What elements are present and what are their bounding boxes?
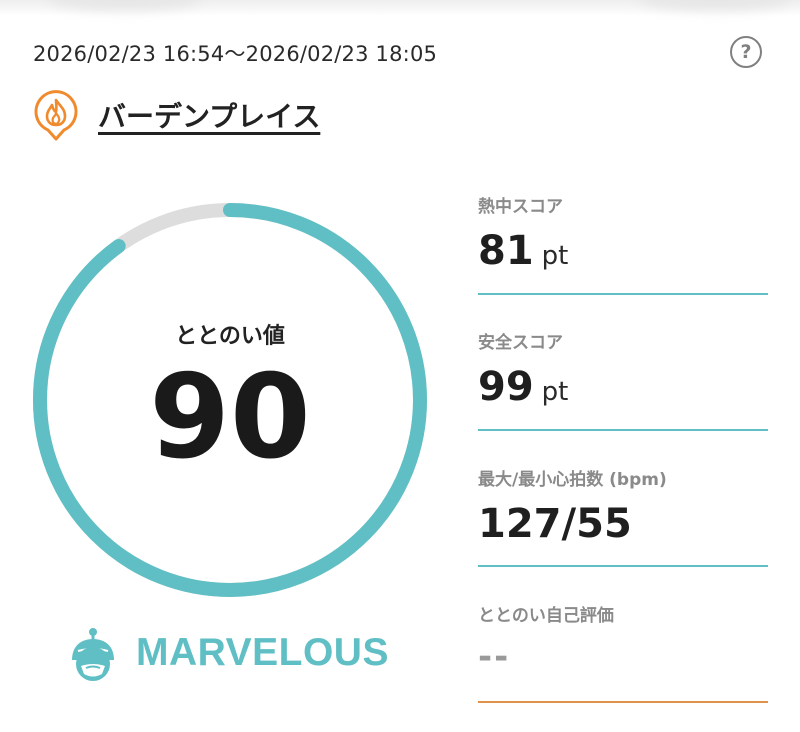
metric-heart-rate: 最大/最小心拍数 (bpm) 127/55 [478, 465, 768, 567]
totonoi-value: 90 [149, 350, 311, 485]
totonoi-label: ととのい値 [175, 324, 285, 349]
metric-safety-score: 安全スコア 99 pt [478, 328, 768, 431]
metric-label: ととのい自己評価 [478, 606, 614, 626]
top-shadow [0, 0, 800, 16]
metric-label: 最大/最小心拍数 (bpm) [478, 470, 667, 490]
metric-value: 127/55 [478, 501, 632, 547]
metric-unit: pt [541, 241, 569, 271]
metric-divider [478, 701, 768, 703]
help-icon[interactable]: ? [730, 36, 762, 68]
rank-label: MARVELOUS [136, 631, 389, 674]
metric-value: 81 pt [478, 228, 569, 274]
metric-label: 安全スコア [478, 333, 563, 353]
metric-value: 99 pt [478, 364, 569, 410]
rank-badge: MARVELOUS [66, 624, 389, 682]
metric-heat-score: 熱中スコア 81 pt [478, 192, 768, 295]
metric-self-evaluation[interactable]: ととのい自己評価 -- [478, 601, 768, 703]
sauna-hat-face-icon [72, 628, 114, 681]
metric-label: 熱中スコア [478, 197, 563, 217]
metric-divider [478, 429, 768, 431]
metric-divider [478, 565, 768, 567]
facility-name[interactable]: バーデンプレイス [98, 95, 320, 135]
facility-link[interactable]: バーデンプレイス [32, 88, 320, 142]
metric-unit: pt [541, 377, 569, 407]
session-date-range: 2026/02/23 16:54～2026/02/23 18:05 [33, 42, 438, 66]
metric-value[interactable]: -- [478, 640, 768, 674]
metric-divider [478, 293, 768, 295]
sauna-fire-pin-icon [34, 90, 78, 141]
